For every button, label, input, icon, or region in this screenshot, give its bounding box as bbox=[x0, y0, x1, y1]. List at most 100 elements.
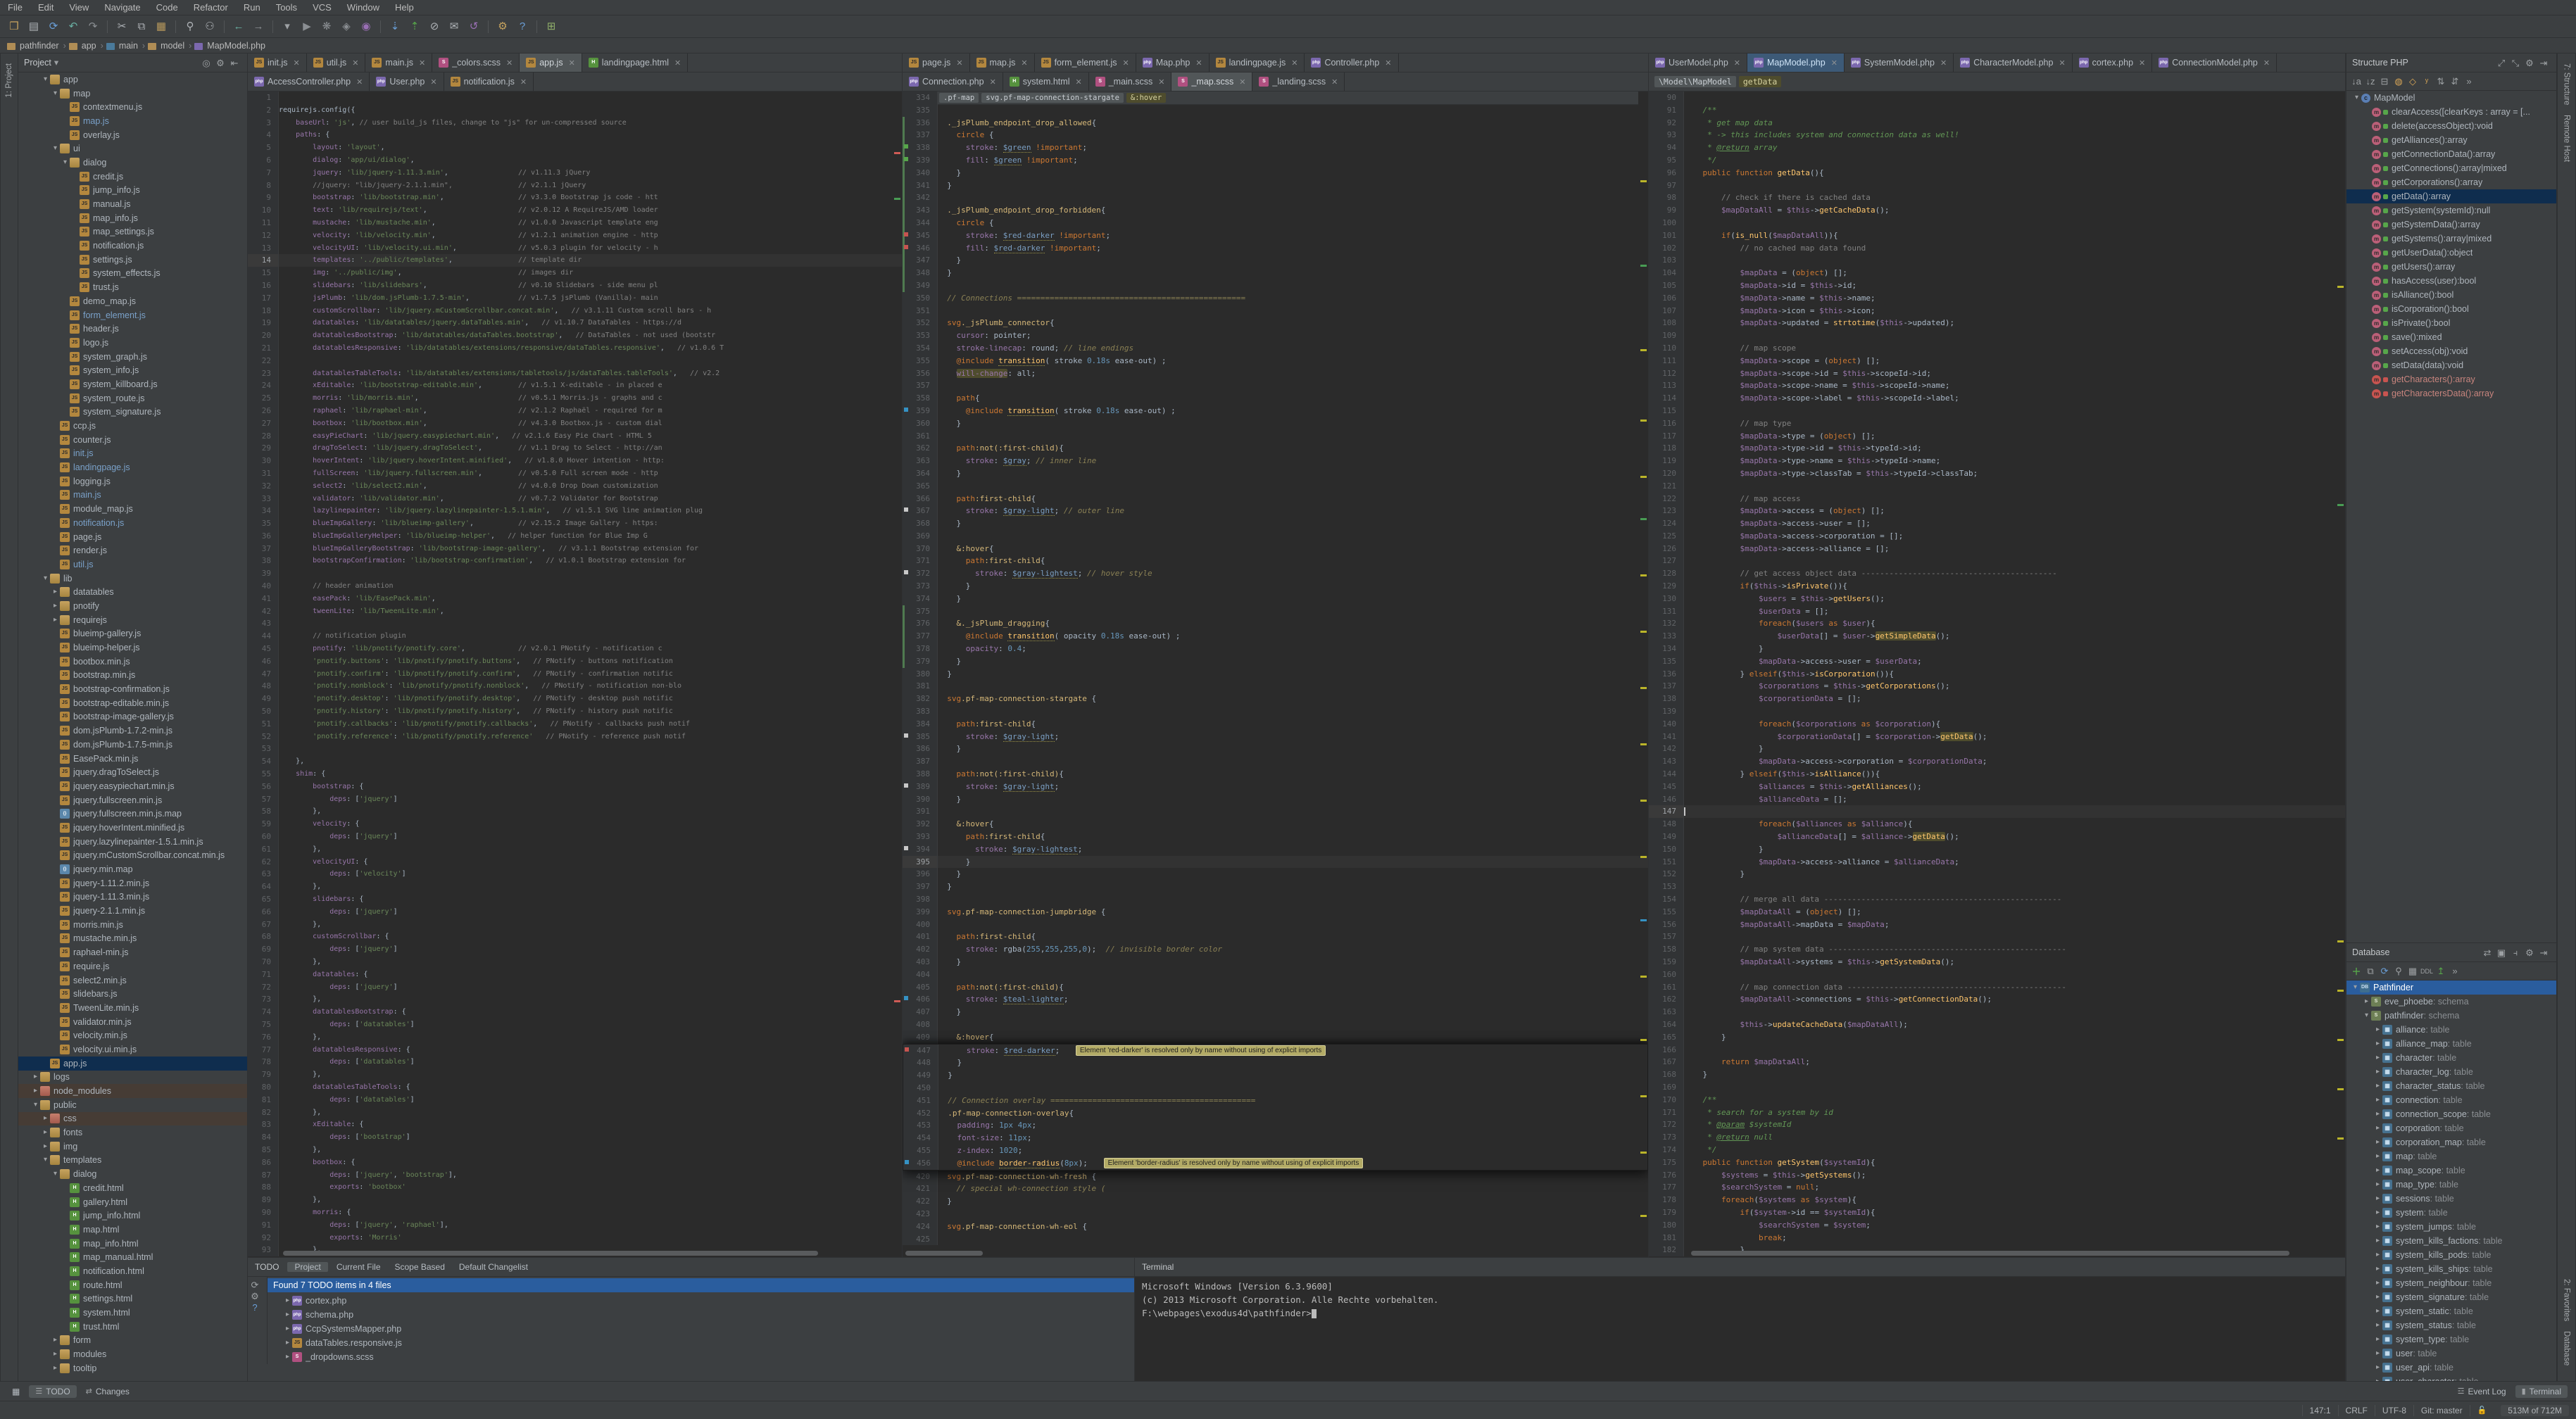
db-item-connection[interactable]: ▸▦connection: table bbox=[2346, 1093, 2556, 1107]
db-item-character[interactable]: ▸▦character: table bbox=[2346, 1051, 2556, 1065]
structure-item-getalliances[interactable]: mgetAlliances():array bbox=[2346, 133, 2556, 147]
db-item-corporation_map[interactable]: ▸▦corporation_map: table bbox=[2346, 1135, 2556, 1149]
tree-item-jquery-fullscreen-min-js[interactable]: JSjquery.fullscreen.min.js bbox=[18, 793, 247, 807]
structure-item-getconnections[interactable]: mgetConnections():array|mixed bbox=[2346, 161, 2556, 175]
tree-item-map[interactable]: ▾map bbox=[18, 87, 247, 101]
duplicate-icon[interactable]: ⧉ bbox=[2363, 966, 2377, 977]
tree-item-util-js[interactable]: JSutil.js bbox=[18, 557, 247, 572]
error-stripe-mark[interactable] bbox=[1640, 631, 1647, 633]
close-icon[interactable]: ✕ bbox=[520, 77, 527, 87]
db-item-system_type[interactable]: ▸▦system_type: table bbox=[2346, 1332, 2556, 1347]
toolwindow-switcher-icon[interactable]: ▦ bbox=[6, 1385, 26, 1398]
db-item-system_neighbour[interactable]: ▸▦system_neighbour: table bbox=[2346, 1276, 2556, 1290]
tree-item-map-js[interactable]: JSmap.js bbox=[18, 114, 247, 128]
chevron-right-icon[interactable]: ▸ bbox=[2373, 1318, 2382, 1332]
run-config-icon[interactable]: ▾ bbox=[278, 18, 296, 35]
menu-item-refactor[interactable]: Refactor bbox=[186, 0, 236, 15]
tree-item-velocity-min-js[interactable]: JSvelocity.min.js bbox=[18, 1028, 247, 1042]
tree-item-landingpage-js[interactable]: JSlandingpage.js bbox=[18, 460, 247, 474]
db-item-user_character[interactable]: ▸▦user_character: table bbox=[2346, 1375, 2556, 1381]
tree-item-system_graph-js[interactable]: JSsystem_graph.js bbox=[18, 350, 247, 364]
db-item-system_static[interactable]: ▸▦system_static: table bbox=[2346, 1304, 2556, 1318]
tree-item-trust-js[interactable]: JStrust.js bbox=[18, 280, 247, 294]
debug-icon[interactable]: ❋ bbox=[318, 18, 336, 35]
chevron-right-icon[interactable]: ▸ bbox=[41, 1111, 50, 1125]
group-methods-icon[interactable]: ʸ bbox=[2420, 76, 2434, 87]
tree-item-templates[interactable]: ▾templates bbox=[18, 1154, 247, 1168]
todo-file-datatables-responsive-js[interactable]: ▸JSdataTables.responsive.js bbox=[268, 1336, 1134, 1350]
chevron-right-icon[interactable]: ▸ bbox=[51, 585, 60, 599]
structure-item-getcorporations[interactable]: mgetCorporations():array bbox=[2346, 175, 2556, 189]
chevron-right-icon[interactable]: ▸ bbox=[2362, 995, 2371, 1009]
chevron-right-icon[interactable]: ▸ bbox=[283, 1336, 292, 1350]
tree-item-blueimp-helper-js[interactable]: JSblueimp-helper.js bbox=[18, 641, 247, 655]
chevron-down-icon[interactable]: ▾ bbox=[2351, 980, 2360, 995]
tree-item-gallery-html[interactable]: Hgallery.html bbox=[18, 1195, 247, 1209]
hide-icon[interactable]: ⇥ bbox=[2537, 943, 2551, 962]
chevron-right-icon[interactable]: ▸ bbox=[283, 1350, 292, 1364]
chevron-right-icon[interactable]: ▸ bbox=[2373, 1037, 2382, 1051]
horizontal-scrollbar[interactable] bbox=[283, 1251, 818, 1256]
structure-item-save[interactable]: msave():mixed bbox=[2346, 330, 2556, 344]
tab-usermodel-php[interactable]: phpUserModel.php✕ bbox=[1649, 53, 1747, 72]
more-icon[interactable]: » bbox=[2448, 966, 2462, 976]
error-stripe-mark[interactable] bbox=[1640, 574, 1647, 576]
close-icon[interactable]: ✕ bbox=[2263, 58, 2270, 68]
tab-_colors-scss[interactable]: S_colors.scss✕ bbox=[432, 53, 520, 72]
chevron-right-icon[interactable]: ▸ bbox=[2373, 1206, 2382, 1220]
filter-icon[interactable]: ⚙ bbox=[248, 1291, 262, 1302]
tab-systemmodel-php[interactable]: phpSystemModel.php✕ bbox=[1845, 53, 1954, 72]
tree-item-bootstrap-editable-min-js[interactable]: JSbootstrap-editable.min.js bbox=[18, 696, 247, 710]
menu-item-view[interactable]: View bbox=[61, 0, 96, 15]
project-structure-icon[interactable]: ⊞ bbox=[542, 18, 560, 35]
error-stripe-mark[interactable] bbox=[2337, 990, 2344, 992]
error-stripe-mark[interactable] bbox=[894, 1000, 900, 1002]
error-stripe-mark[interactable] bbox=[1640, 180, 1647, 182]
todo-tab-current-file[interactable]: Current File bbox=[329, 1262, 388, 1272]
chevron-right-icon[interactable]: ▸ bbox=[283, 1294, 292, 1308]
sort-alpha-icon[interactable]: ↓a bbox=[2349, 76, 2363, 87]
tree-item-init-js[interactable]: JSinit.js bbox=[18, 447, 247, 461]
refresh-icon[interactable]: ⟳ bbox=[248, 1280, 262, 1291]
autoscroll-editor-icon[interactable]: ⇵ bbox=[2448, 76, 2462, 87]
tree-item-css[interactable]: ▸css bbox=[18, 1112, 247, 1126]
structure-item-iscorporation[interactable]: misCorporation():bool bbox=[2346, 302, 2556, 316]
vcs-update-icon[interactable]: ⇣ bbox=[386, 18, 404, 35]
chevron-right-icon[interactable]: ▸ bbox=[2373, 1065, 2382, 1079]
chevron-right-icon[interactable]: ▸ bbox=[41, 1140, 50, 1154]
menu-item-help[interactable]: Help bbox=[387, 0, 422, 15]
tree-item-page-js[interactable]: JSpage.js bbox=[18, 530, 247, 544]
tree-item-map_settings-js[interactable]: JSmap_settings.js bbox=[18, 225, 247, 239]
tool-button-database[interactable]: Database bbox=[2563, 1331, 2571, 1366]
tab-util-js[interactable]: JSutil.js✕ bbox=[307, 53, 366, 72]
sort-visibility-icon[interactable]: ↓z bbox=[2363, 76, 2377, 87]
horizontal-scrollbar[interactable] bbox=[905, 1251, 983, 1256]
close-icon[interactable]: ✕ bbox=[990, 77, 996, 87]
tab-page-js[interactable]: JSpage.js✕ bbox=[903, 53, 970, 72]
db-item-map[interactable]: ▸▦map: table bbox=[2346, 1149, 2556, 1163]
tree-item-jquery-1-11-2-min-js[interactable]: JSjquery-1.11.2.min.js bbox=[18, 876, 247, 890]
save-icon[interactable]: ▤ bbox=[25, 18, 43, 35]
copy-icon[interactable]: ⧉ bbox=[132, 18, 151, 35]
tree-item-bootstrap-confirmation-js[interactable]: JSbootstrap-confirmation.js bbox=[18, 682, 247, 696]
tree-item-ui[interactable]: ▾ui bbox=[18, 141, 247, 156]
chevron-right-icon[interactable]: ▸ bbox=[2373, 1163, 2382, 1178]
chevron-right-icon[interactable]: ▸ bbox=[41, 1125, 50, 1140]
error-stripe-mark[interactable] bbox=[1640, 265, 1647, 267]
replace-icon[interactable]: ⚇ bbox=[201, 18, 219, 35]
db-item-map_type[interactable]: ▸▦map_type: table bbox=[2346, 1178, 2556, 1192]
error-stripe-mark[interactable] bbox=[1640, 800, 1647, 802]
add-datasource-icon[interactable]: ＋ bbox=[2349, 964, 2363, 978]
tree-item-jquery-easypiechart-min-js[interactable]: JSjquery.easypiechart.min.js bbox=[18, 779, 247, 793]
error-stripe-mark[interactable] bbox=[2337, 504, 2344, 506]
tree-item-jquery-lazylinepainter-1-5-1-min-js[interactable]: JSjquery.lazylinepainter-1.5.1.min.js bbox=[18, 835, 247, 849]
close-icon[interactable]: ✕ bbox=[1331, 77, 1338, 87]
chevron-down-icon[interactable]: ▾ bbox=[2362, 1009, 2371, 1023]
chevron-right-icon[interactable]: ▸ bbox=[2373, 1290, 2382, 1304]
tree-item-system_info-js[interactable]: JSsystem_info.js bbox=[18, 363, 247, 377]
tree-item-credit-html[interactable]: Hcredit.html bbox=[18, 1181, 247, 1195]
gear-icon[interactable]: ⚙ bbox=[2522, 943, 2537, 962]
editor-middle[interactable]: 334 }335336 ._jsPlumb_endpoint_drop_allo… bbox=[903, 92, 1648, 1257]
tree-item-ccp-js[interactable]: JSccp.js bbox=[18, 419, 247, 433]
chevron-right-icon[interactable]: ▸ bbox=[51, 599, 60, 613]
